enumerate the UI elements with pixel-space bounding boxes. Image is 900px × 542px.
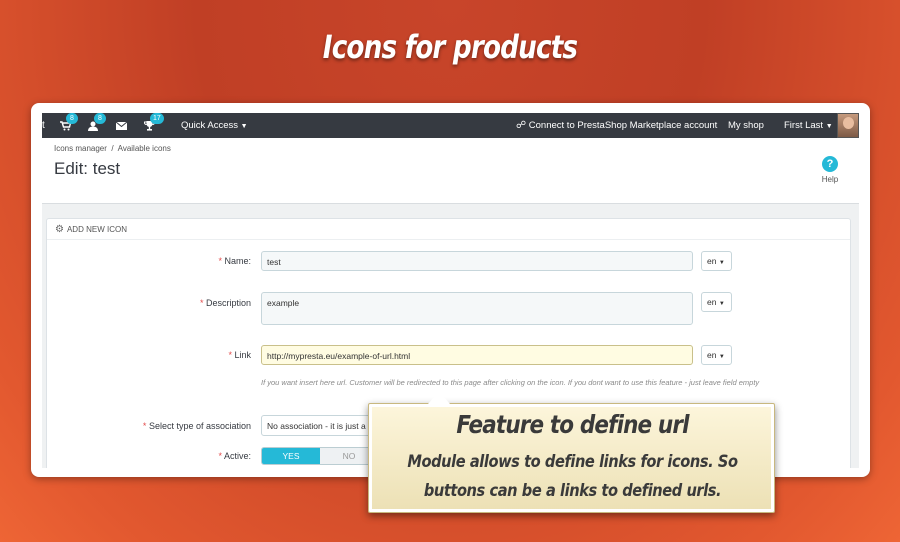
link-chain-icon: ☍ [516,120,527,131]
description-label-text: Description [205,298,251,308]
link-label-text: Link [234,350,251,360]
name-input[interactable]: test [261,251,693,271]
breadcrumb-available-icons[interactable]: Available icons [118,144,171,153]
description-language-value: en [707,297,717,307]
description-language-dropdown[interactable]: en ▼ [701,292,732,312]
caret-down-icon: ▼ [718,301,725,307]
caret-down-icon: ▼ [718,260,725,266]
caret-down-icon: ▼ [718,354,725,360]
gears-icon: ⚙ [55,223,64,235]
feature-callout: Feature to define url Module allows to d… [368,391,775,513]
messages-envelope-icon[interactable] [114,119,128,132]
my-shop-link[interactable]: My shop [728,120,764,131]
help-button[interactable]: ? Help [815,154,845,184]
orders-cart-icon[interactable]: 8 [58,113,78,132]
trophy-badge: 17 [150,113,164,124]
breadcrumb-icons-manager[interactable]: Icons manager [54,144,107,153]
panel-heading: ⚙ ADD NEW ICON [47,219,850,240]
user-menu[interactable]: First Last ▼ [784,120,833,131]
help-label: Help [821,175,839,184]
question-circle-icon: ? [822,156,838,172]
callout-pointer [428,391,450,404]
breadcrumb-separator: / [111,144,114,153]
caret-down-icon: ▼ [825,123,833,130]
active-label: * Active: [51,451,251,461]
association-label-text: Select type of association [148,421,251,431]
name-language-dropdown[interactable]: en ▼ [701,251,732,271]
callout-body: Module allows to define links for icons.… [407,452,738,501]
link-label: * Link [51,350,251,360]
caret-down-icon: ▼ [240,123,248,130]
callout-title: Feature to define url [456,410,689,439]
active-yes-option[interactable]: YES [262,448,320,464]
description-label: * Description [51,298,251,308]
hero-title: Icons for products [322,28,578,66]
link-language-dropdown[interactable]: en ▼ [701,345,732,365]
page-header: Icons manager / Available icons Edit: te… [42,138,859,204]
name-language-value: en [707,256,717,266]
page-title: Edit: test [54,159,121,178]
user-name: First Last [784,120,824,131]
connect-marketplace-link[interactable]: ☍ Connect to PrestaShop Marketplace acco… [516,120,717,131]
link-help-text: If you want insert here url. Customer wi… [261,378,760,387]
quick-access-menu[interactable]: Quick Access ▼ [181,120,248,131]
name-label-text: Name: [224,256,251,266]
topbar-truncated-logo: t [42,120,45,131]
customers-badge: 8 [94,113,106,124]
description-textarea[interactable]: example [261,292,693,325]
link-input[interactable]: http://mypresta.eu/example-of-url.html [261,345,693,365]
admin-topbar: t 8 8 17 Quick Access ▼ ☍ Connect to Pre… [42,113,859,138]
active-label-text: Active: [223,451,251,461]
trophy-icon[interactable]: 17 [142,113,164,132]
quick-access-label: Quick Access [181,120,239,131]
name-label: * Name: [51,256,251,266]
breadcrumb: Icons manager / Available icons [54,144,171,153]
panel-heading-label: ADD NEW ICON [66,224,127,234]
orders-badge: 8 [66,113,78,124]
link-language-value: en [707,350,717,360]
connect-marketplace-label: Connect to PrestaShop Marketplace accoun… [528,120,718,131]
customers-user-icon[interactable]: 8 [86,113,106,132]
user-avatar[interactable] [837,113,859,138]
association-label: * Select type of association [51,421,251,431]
